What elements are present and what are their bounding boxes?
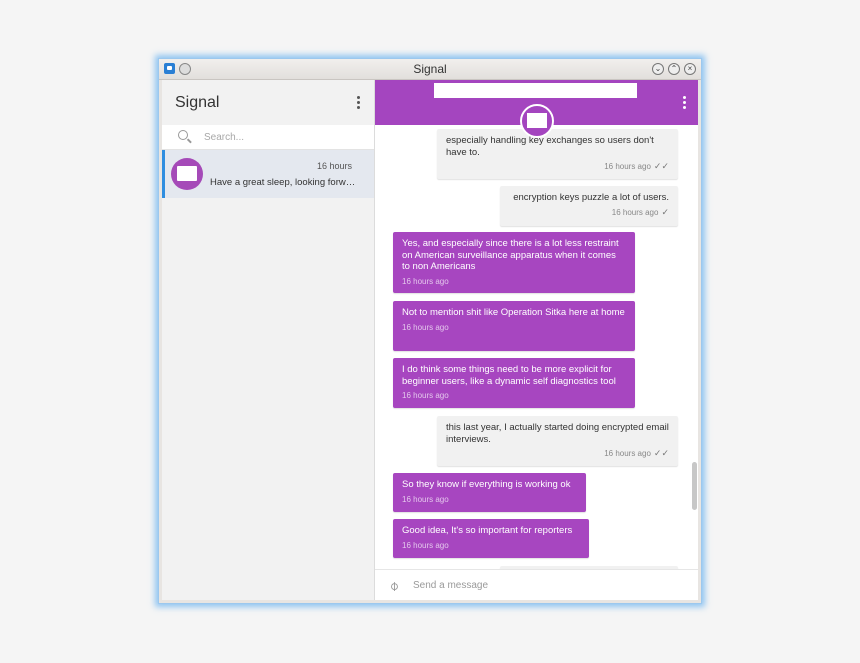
message-outgoing[interactable]: Good idea, It's so important for reporte… (393, 519, 589, 558)
message-outgoing[interactable]: I do think some things need to be more e… (393, 358, 635, 408)
check-icon: ✓ (661, 206, 669, 217)
scrollbar-thumb[interactable] (692, 462, 697, 510)
search-icon (178, 130, 188, 140)
message-time: 16 hours ago (402, 322, 449, 332)
sidebar-title: Signal (175, 94, 220, 111)
maximize-icon[interactable]: ⌃ (668, 63, 680, 75)
message-time: 16 hours ago (402, 494, 449, 504)
double-check-icon: ✓✓ (653, 448, 669, 458)
message-meta: 16 hours ago ✓✓ (446, 161, 669, 173)
message-time: 16 hours ago (402, 540, 449, 550)
search-bar (162, 125, 374, 150)
message-text: So they know if everything is working ok (402, 479, 571, 490)
avatar (171, 158, 203, 190)
paperclip-icon[interactable]: ⌀ (385, 578, 402, 595)
window-title: Signal (413, 62, 447, 76)
message-text: encryption keys puzzle a lot of users. (513, 192, 669, 203)
minimize-icon[interactable]: ⌄ (652, 63, 664, 75)
message-incoming[interactable]: this last year, I actually started doing… (437, 416, 678, 466)
close-icon[interactable]: × (684, 63, 696, 75)
conversation-panel: especially handling key exchanges so use… (375, 80, 698, 600)
message-time: 16 hours ago (604, 449, 651, 458)
message-text: Not to mention shit like Operation Sitka… (402, 307, 625, 318)
message-meta: 16 hours ago ✓✓ (446, 448, 669, 460)
app-icon[interactable] (164, 63, 175, 74)
message-time: 16 hours ago (402, 276, 449, 286)
message-time: 16 hours ago (604, 162, 651, 171)
message-outgoing[interactable]: Not to mention shit like Operation Sitka… (393, 301, 635, 351)
message-text: I do think some things need to be more e… (402, 364, 616, 387)
message-meta: 16 hours ago ✓ (509, 207, 669, 219)
message-outgoing[interactable]: Yes, and especially since there is a lot… (393, 232, 635, 293)
message-text: this last year, I actually started doing… (446, 422, 669, 445)
message-text: especially handling key exchanges so use… (446, 135, 654, 158)
conversation-snippet: Have a great sleep, looking forwar... (210, 177, 360, 188)
double-check-icon: ✓✓ (653, 161, 669, 171)
message-incoming[interactable]: encryption keys puzzle a lot of users. 1… (500, 186, 678, 226)
conversation-menu-icon[interactable] (683, 96, 687, 111)
sidebar-menu-icon[interactable] (357, 96, 361, 111)
contact-name-box (434, 83, 637, 98)
conversation-item[interactable]: 16 hours Have a great sleep, looking for… (162, 150, 374, 198)
message-time: 16 hours ago (611, 207, 659, 217)
message-incoming[interactable]: especially handling key exchanges so use… (437, 129, 678, 179)
sidebar: Signal 16 hours Have a great sleep, look… (162, 80, 375, 600)
message-composer: ⌀ (375, 569, 698, 600)
title-bar[interactable]: Signal ⌄ ⌃ × (159, 59, 701, 80)
message-input[interactable] (413, 576, 683, 594)
message-text: Yes, and especially since there is a lot… (402, 238, 619, 272)
search-input[interactable] (204, 128, 364, 146)
message-list[interactable]: especially handling key exchanges so use… (375, 125, 698, 570)
conversation-time: 16 hours (316, 161, 352, 171)
sidebar-header: Signal (162, 80, 374, 125)
message-text: Good idea, It's so important for reporte… (402, 525, 573, 536)
signal-window: Signal ⌄ ⌃ × Signal 16 hours Have a grea… (158, 58, 702, 604)
pin-icon[interactable] (179, 63, 191, 75)
message-time: 16 hours ago (402, 391, 449, 400)
contact-avatar[interactable] (520, 104, 554, 138)
message-outgoing[interactable]: So they know if everything is working ok… (393, 473, 586, 512)
